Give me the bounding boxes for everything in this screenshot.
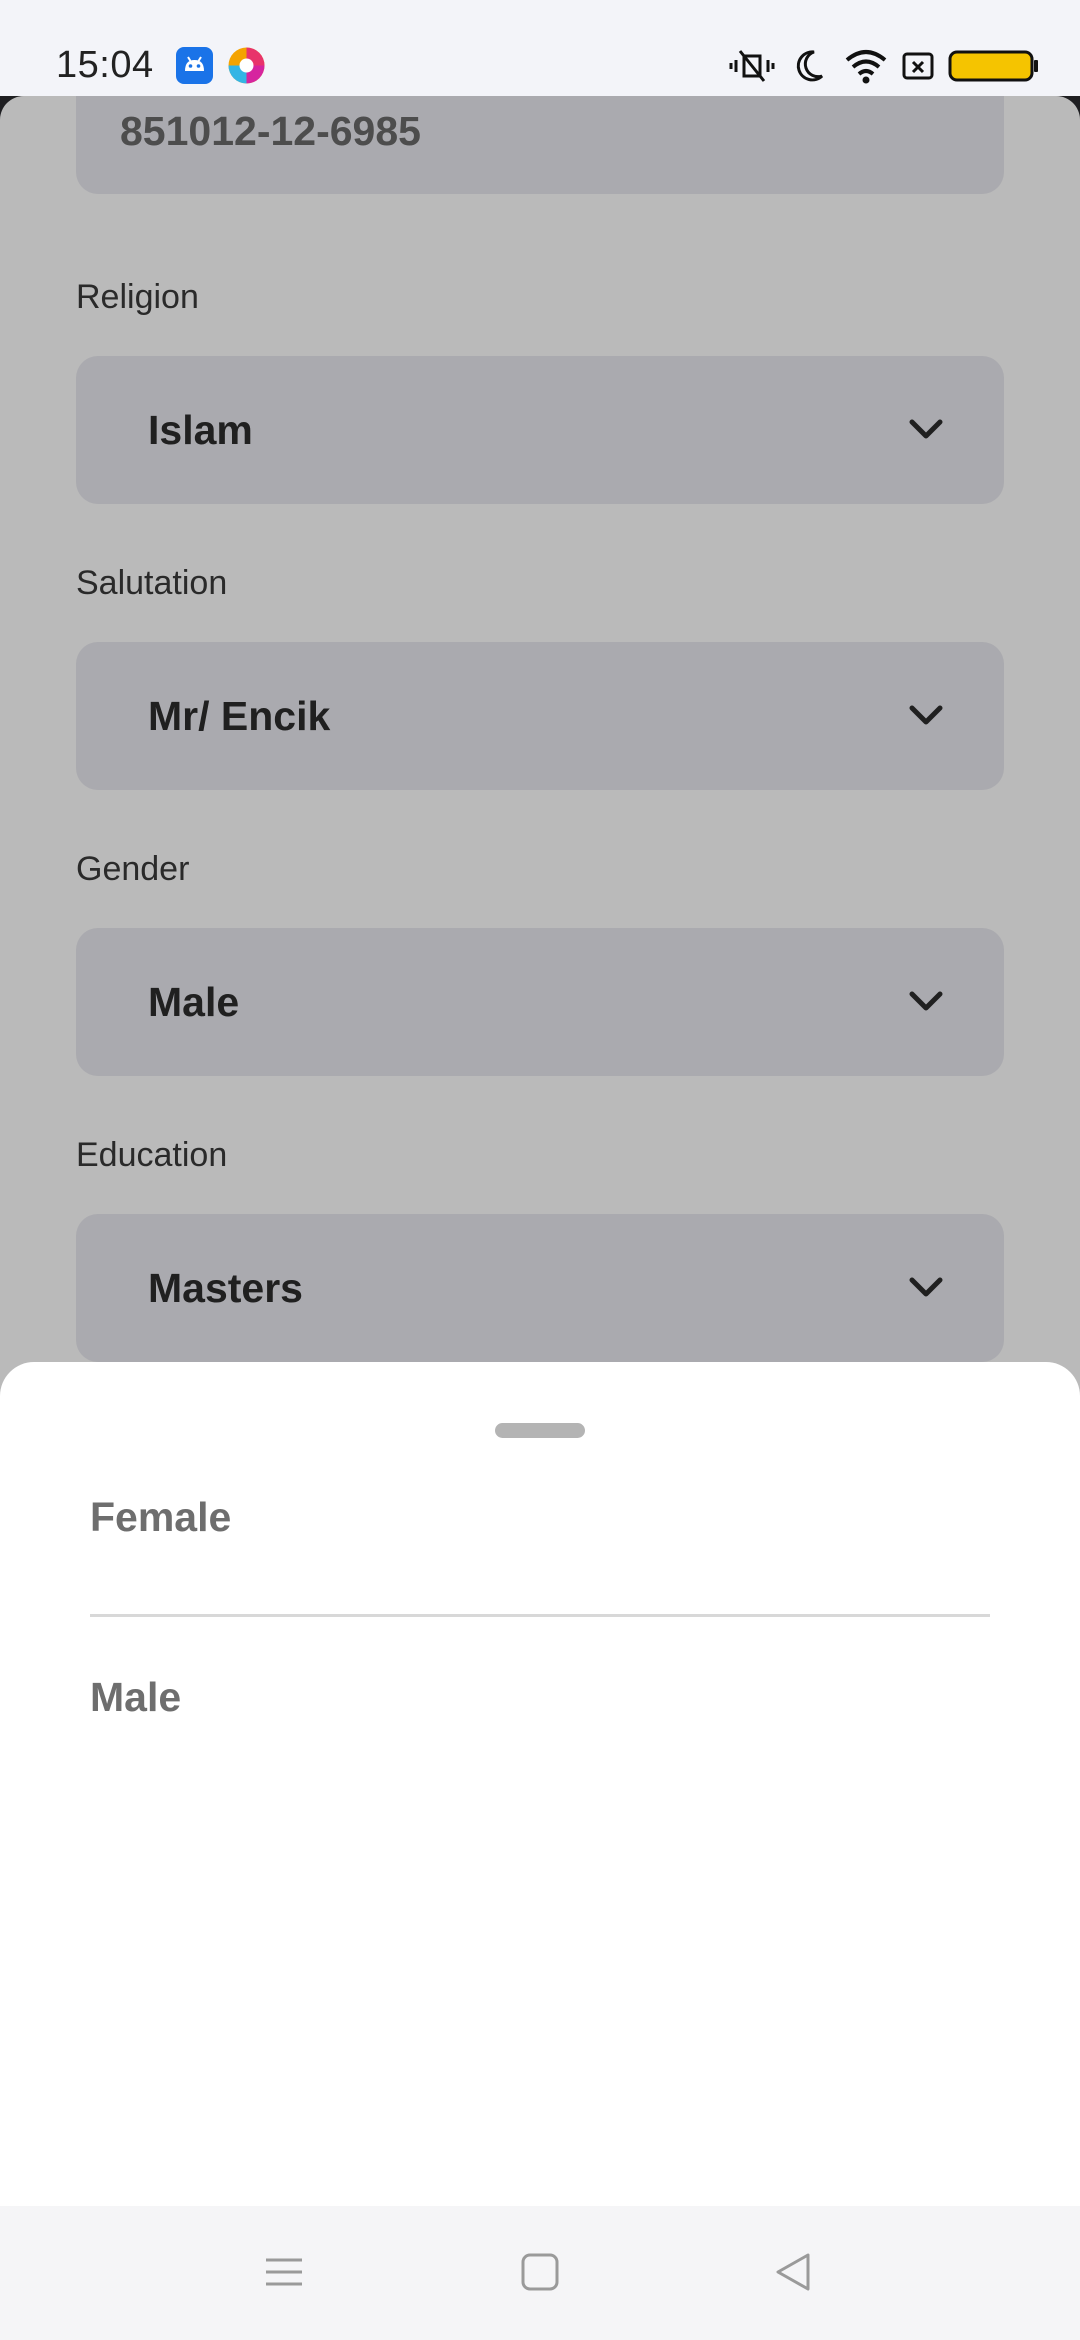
option-label: Male [90,1674,182,1720]
option-label: Female [90,1494,232,1540]
system-nav-bar [0,2206,1080,2340]
status-bar: 15:04 [0,0,1080,96]
colorful-app-icon [228,47,265,84]
status-time: 15:04 [56,44,154,86]
divider [90,1614,990,1617]
menu-icon[interactable] [264,2252,304,2292]
do-not-disturb-moon-icon [792,46,828,86]
home-icon[interactable] [520,2252,560,2292]
wifi-icon [844,46,888,86]
vibrate-off-icon [726,46,778,86]
sim-icon [900,46,936,86]
drag-handle[interactable] [495,1423,585,1438]
option-female[interactable]: Female [90,1462,990,1582]
gender-picker-sheet: Female Male [0,1362,1080,2206]
back-icon[interactable] [774,2252,814,2292]
battery-icon [948,46,1040,86]
android-app-icon [176,47,213,84]
option-male[interactable]: Male [90,1642,990,1762]
